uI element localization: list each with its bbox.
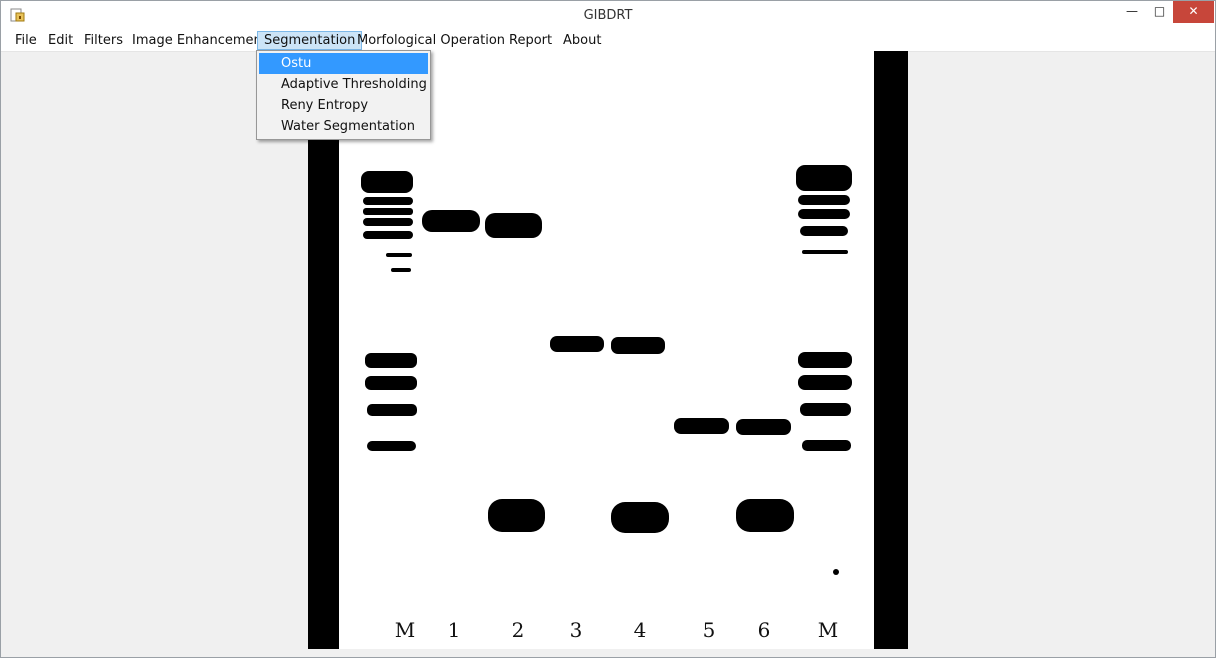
gel-band bbox=[363, 231, 413, 239]
lane-label-5: 5 bbox=[703, 618, 716, 642]
menu-bar: File Edit Filters Image Enhancement Segm… bbox=[1, 31, 1215, 52]
gel-band bbox=[485, 213, 542, 238]
gel-band bbox=[802, 440, 851, 451]
gel-band bbox=[363, 218, 413, 226]
menu-about[interactable]: About bbox=[557, 31, 607, 50]
menu-segmentation[interactable]: Segmentation bbox=[257, 31, 363, 50]
gel-band bbox=[674, 418, 729, 434]
gel-band bbox=[367, 441, 416, 451]
gel-band bbox=[611, 337, 665, 354]
menu-item-water-segmentation[interactable]: Water Segmentation bbox=[259, 116, 428, 137]
gel-band bbox=[798, 209, 850, 219]
minimize-button[interactable]: — bbox=[1118, 1, 1146, 23]
menu-image-enhancement[interactable]: Image Enhancement bbox=[126, 31, 273, 50]
gel-band bbox=[802, 250, 848, 254]
lane-label-m-left: M bbox=[395, 618, 415, 642]
close-button[interactable]: ✕ bbox=[1173, 1, 1214, 23]
lane-label-2: 2 bbox=[512, 618, 525, 642]
lane-label-6: 6 bbox=[758, 618, 771, 642]
window-title: GIBDRT bbox=[583, 8, 633, 23]
menu-file[interactable]: File bbox=[9, 31, 43, 50]
gel-band bbox=[800, 226, 848, 236]
gel-band bbox=[391, 268, 411, 272]
lane-label-3: 3 bbox=[570, 618, 583, 642]
gel-speck bbox=[833, 569, 839, 575]
gel-band bbox=[363, 197, 413, 205]
lane-label-4: 4 bbox=[634, 618, 647, 642]
gel-band bbox=[365, 376, 417, 390]
gel-band bbox=[736, 499, 794, 532]
gel-band bbox=[365, 353, 417, 368]
gel-band bbox=[488, 499, 545, 532]
gel-border-left bbox=[308, 51, 339, 649]
menu-item-adaptive-thresholding[interactable]: Adaptive Thresholding bbox=[259, 74, 428, 95]
segmentation-dropdown: Ostu Adaptive Thresholding Reny Entropy … bbox=[256, 50, 431, 140]
gel-band bbox=[367, 404, 417, 416]
gel-image: M 1 2 3 4 5 6 M bbox=[308, 51, 908, 649]
gel-band bbox=[798, 375, 852, 390]
maximize-button[interactable]: □ bbox=[1146, 1, 1173, 23]
lane-label-1: 1 bbox=[448, 618, 461, 642]
gel-band bbox=[550, 336, 604, 352]
gel-band bbox=[386, 253, 412, 257]
gel-border-right bbox=[874, 51, 908, 649]
lane-label-m-right: M bbox=[818, 618, 838, 642]
gel-band bbox=[800, 403, 851, 416]
gel-band bbox=[611, 502, 669, 533]
menu-filters[interactable]: Filters bbox=[78, 31, 129, 50]
gel-band bbox=[361, 171, 413, 193]
gel-band bbox=[422, 210, 480, 232]
menu-morfological-operation[interactable]: Morfological Operation bbox=[351, 31, 511, 50]
menu-edit[interactable]: Edit bbox=[42, 31, 79, 50]
gel-band bbox=[796, 165, 852, 191]
gel-band bbox=[798, 352, 852, 368]
gel-background bbox=[339, 51, 874, 649]
gel-band bbox=[736, 419, 791, 435]
gel-band bbox=[798, 195, 850, 205]
menu-item-reny-entropy[interactable]: Reny Entropy bbox=[259, 95, 428, 116]
menu-item-ostu[interactable]: Ostu bbox=[259, 53, 428, 74]
gel-band bbox=[363, 208, 413, 215]
menu-report[interactable]: Report bbox=[503, 31, 558, 50]
title-bar: GIBDRT — □ ✕ bbox=[1, 1, 1215, 31]
